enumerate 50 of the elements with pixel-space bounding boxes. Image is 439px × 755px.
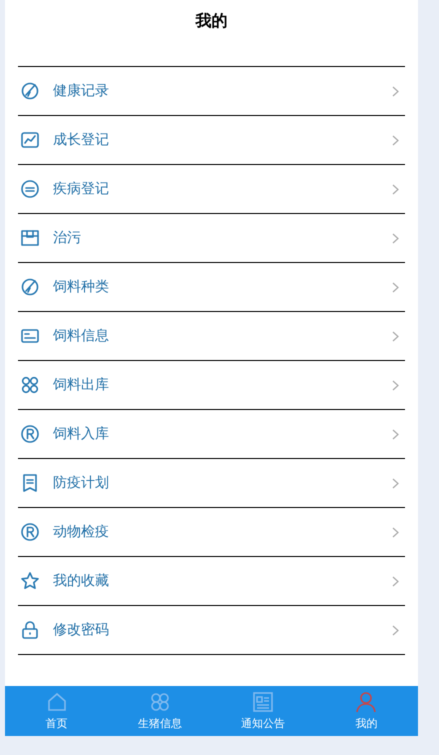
menu-item[interactable]: 饲料入库: [18, 410, 405, 459]
circles-icon: [20, 375, 40, 395]
menu-item[interactable]: 我的收藏: [18, 557, 405, 606]
menu-item[interactable]: 成长登记: [18, 116, 405, 165]
menu-item[interactable]: 防疫计划: [18, 459, 405, 508]
bookmark-icon: [20, 473, 40, 493]
chevron-icon: [392, 526, 399, 538]
menu-label: 健康记录: [53, 82, 110, 100]
chevron-icon: [392, 428, 399, 440]
chevron-icon: [392, 624, 399, 636]
menu-item[interactable]: 饲料出库: [18, 361, 405, 410]
chevron-icon: [392, 282, 399, 292]
tab[interactable]: 生猪信息: [108, 686, 212, 736]
chevron-icon: [392, 380, 399, 390]
menu-label: 饲料出库: [53, 376, 110, 394]
menu-label: 治污: [53, 229, 82, 247]
menu-item[interactable]: 治污: [18, 214, 405, 263]
box-icon: [20, 228, 40, 248]
tab[interactable]: 首页: [5, 686, 108, 736]
menu-label: 饲料种类: [53, 278, 110, 296]
registered-icon: [20, 522, 40, 542]
menu-item[interactable]: 饲料种类: [18, 263, 405, 312]
menu-label: 我的收藏: [53, 572, 110, 590]
page-title: 我的: [194, 10, 228, 32]
tab[interactable]: 我的: [314, 686, 418, 736]
menu-label: 成长登记: [53, 131, 110, 149]
menu-label: 疾病登记: [53, 180, 110, 198]
lock-icon: [20, 620, 40, 640]
chevron-icon: [392, 86, 399, 96]
menu-label: 饲料信息: [53, 327, 110, 345]
registered-icon: [20, 424, 40, 444]
menu-item[interactable]: 修改密码: [18, 606, 405, 655]
menu-item[interactable]: 健康记录: [18, 67, 405, 116]
menu-label: 修改密码: [53, 621, 110, 639]
star-icon: [20, 571, 40, 591]
chevron-icon: [392, 184, 399, 194]
chart-icon: [20, 130, 40, 150]
menu-item[interactable]: 饲料信息: [18, 312, 405, 361]
tab[interactable]: 通知公告: [212, 686, 315, 736]
chevron-icon: [392, 134, 399, 146]
menu-label: 防疫计划: [53, 474, 110, 492]
menu-label: 饲料入库: [53, 425, 110, 443]
card-icon: [20, 326, 40, 346]
chevron-icon: [392, 576, 399, 586]
menu-item[interactable]: 疾病登记: [18, 165, 405, 214]
menu-item[interactable]: 动物检疫: [18, 508, 405, 557]
chevron-icon: [392, 478, 399, 488]
chevron-icon: [392, 232, 399, 244]
chevron-icon: [392, 330, 399, 342]
menu-label: 动物检疫: [53, 523, 110, 541]
